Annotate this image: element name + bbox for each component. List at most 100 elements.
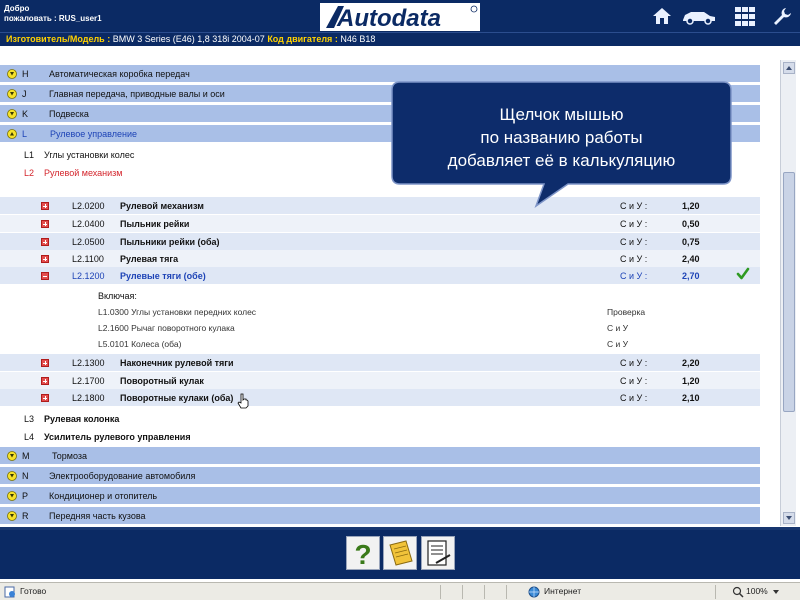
subsection-l3[interactable]: L3 Рулевая колонка [0,410,760,428]
group-row-n[interactable]: N Электрооборудование автомобиля [0,467,760,485]
scroll-up-button[interactable] [783,62,795,74]
callout-line-3: добавляет её в калькуляцию [447,151,676,170]
subsection-code: L4 [24,432,35,442]
vehicle-info-bar: Изготовитель/Модель : BMW 3 Series (E46)… [0,32,800,46]
expand-plus-icon[interactable] [41,220,49,228]
operation-name[interactable]: Наконечник рулевой тяги [120,354,234,372]
operation-name[interactable]: Рулевые тяги (обе) [120,267,206,285]
operation-row[interactable]: L2.0400 Пыльник рейки С и У : 0,50 [0,215,760,233]
report-button[interactable] [421,536,455,570]
operation-row[interactable]: L2.1800 Поворотные кулаки (оба) С и У : … [0,389,760,407]
expand-plus-icon[interactable] [41,202,49,210]
arrow-down-icon [786,516,792,520]
operation-value: 2,70 [682,271,700,281]
group-name: Автоматическая коробка передач [49,69,190,79]
app-header: Добро пожаловать : RUS_user1 Autodata [0,0,800,32]
status-separator [484,585,485,599]
includes-item: L5.0101 Колеса (оба) С и У [0,335,760,353]
group-name: Рулевое управление [50,129,137,139]
group-code: R [22,511,29,521]
operation-value: 2,10 [682,393,700,403]
group-row-p[interactable]: P Кондиционер и отопитель [0,487,760,505]
help-glyph: ? [354,539,371,569]
subsection-l4[interactable]: L4 Усилитель рулевого управления [0,428,760,446]
operation-value: 2,20 [682,358,700,368]
expand-plus-icon[interactable] [41,377,49,385]
status-ready: Готово [20,586,47,596]
operation-name[interactable]: Поворотные кулаки (оба) [120,389,233,407]
group-row-r[interactable]: R Передняя часть кузова [0,507,760,525]
operation-row[interactable]: L2.1700 Поворотный кулак С и У : 1,20 [0,372,760,390]
operation-code: L2.1300 [72,358,105,368]
model-label: Изготовитель/Модель : [6,34,111,44]
page-icon [4,586,15,598]
grid-icon[interactable] [733,5,757,27]
scroll-down-button[interactable] [783,512,795,524]
wrench-icon[interactable] [770,5,794,27]
logo-text: Autodata [336,5,441,31]
zoom-icon[interactable] [732,586,744,598]
welcome-line-2: пожаловать : RUS_user1 [4,14,102,23]
operation-name[interactable]: Рулевой механизм [120,197,204,215]
subsection-name: Рулевая колонка [44,414,120,424]
collapse-minus-icon[interactable] [41,272,49,280]
notepad-icon [389,540,413,566]
status-zone: Интернет [544,586,582,596]
subsection-name: Углы установки колес [44,150,135,160]
expand-arrow-icon [7,109,17,119]
callout-line-2: по названию работы [480,128,643,147]
help-button[interactable]: ? [346,536,380,570]
expand-plus-icon[interactable] [41,238,49,246]
group-code: L [22,129,28,139]
operation-code: L2.0400 [72,219,105,229]
expand-plus-icon[interactable] [41,359,49,367]
scroll-thumb[interactable] [783,172,795,412]
group-name: Кондиционер и отопитель [49,491,158,501]
notepad-button[interactable] [383,536,417,570]
operation-value: 1,20 [682,376,700,386]
operation-row-selected[interactable]: L2.1200 Рулевые тяги (обе) С и У : 2,70 [0,267,760,285]
browser-status-bar: Готово Интернет 100% [0,582,800,600]
group-name: Тормоза [52,451,88,461]
operation-unit: С и У : [620,376,648,386]
operation-unit: С и У : [620,219,648,229]
expand-arrow-icon [7,69,17,79]
hand-cursor-icon [237,393,249,409]
home-icon[interactable] [650,5,674,27]
expand-arrow-icon [7,451,17,461]
autodata-logo: Autodata [320,3,480,31]
subsection-code: L2 [24,168,35,178]
operation-unit: С и У : [620,237,648,247]
operation-row[interactable]: L2.1300 Наконечник рулевой тяги С и У : … [0,354,760,372]
car-icon[interactable] [680,5,718,27]
engine-value: N46 B18 [340,34,376,44]
subsection-name: Рулевой механизм [44,168,123,178]
vertical-scrollbar[interactable] [780,60,796,526]
welcome-line-1: Добро [4,4,30,13]
group-code: J [22,89,27,99]
operation-name[interactable]: Пыльники рейки (оба) [120,233,220,251]
operation-unit: С и У : [620,271,648,281]
operation-row[interactable]: L2.1100 Рулевая тяга С и У : 2,40 [0,250,760,268]
operation-name[interactable]: Пыльник рейки [120,215,189,233]
operation-row[interactable]: L2.0500 Пыльники рейки (оба) С и У : 0,7… [0,233,760,251]
engine-label: Код двигателя : [267,34,338,44]
expand-plus-icon[interactable] [41,255,49,263]
operation-name[interactable]: Поворотный кулак [120,372,204,390]
collapse-arrow-icon [7,129,17,139]
group-code: P [22,491,29,501]
expand-plus-icon[interactable] [41,394,49,402]
status-separator [440,585,441,599]
group-code: M [22,451,30,461]
operation-name[interactable]: Рулевая тяга [120,250,178,268]
report-icon [427,540,451,566]
status-zoom[interactable]: 100% [746,583,768,600]
group-row-m[interactable]: M Тормоза [0,447,760,465]
group-code: N [22,471,29,481]
operation-code: L2.1100 [72,254,104,264]
subsection-code: L3 [24,414,35,424]
callout-line-1: Щелчок мышью [499,105,624,124]
bottom-toolbar: ? [0,527,800,579]
group-name: Главная передача, приводные валы и оси [49,89,225,99]
chevron-down-icon[interactable] [772,589,780,595]
